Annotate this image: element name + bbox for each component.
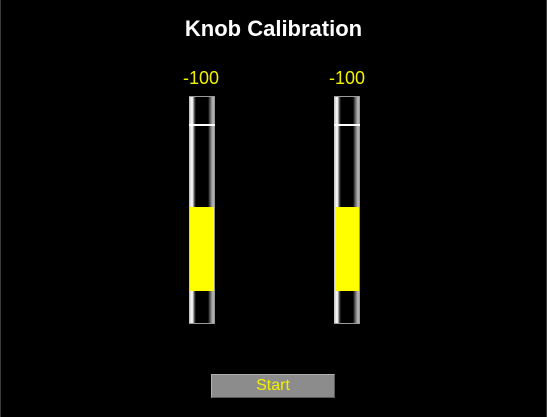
left-knob-meter [189,96,215,324]
start-button[interactable]: Start [211,374,335,398]
page-title: Knob Calibration [184,16,363,41]
right-knob-meter-marker [334,124,360,126]
right-knob-meter-fill [335,207,359,291]
left-knob-readout: -100 [182,68,220,88]
right-knob-readout: -100 [328,68,366,88]
left-knob-meter-fill [190,207,214,291]
calibration-window: Knob Calibration -100 -100 Start [0,0,547,417]
left-knob-meter-marker [189,124,215,126]
right-knob-meter [334,96,360,324]
